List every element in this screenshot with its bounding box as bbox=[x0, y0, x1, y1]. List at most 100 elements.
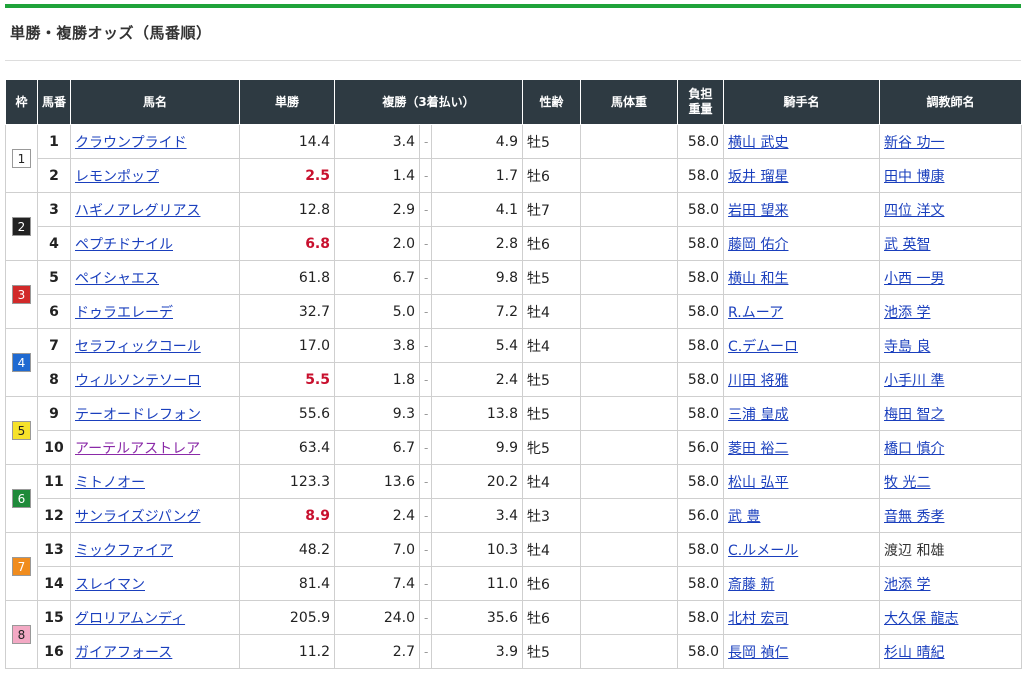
trainer-link[interactable]: 小西 一男 bbox=[884, 271, 944, 287]
jockey-cell: 斎藤 新 bbox=[723, 566, 881, 601]
trainer-link[interactable]: 音無 秀孝 bbox=[884, 509, 944, 525]
horse-name-link[interactable]: セラフィックコール bbox=[75, 339, 201, 355]
jockey-link[interactable]: 横山 武史 bbox=[728, 135, 788, 151]
trainer-cell: 武 英智 bbox=[879, 226, 1023, 261]
umaban-cell: 11 bbox=[37, 464, 71, 499]
trainer-link[interactable]: 牧 光二 bbox=[884, 475, 930, 491]
jockey-link[interactable]: 川田 将雅 bbox=[728, 373, 788, 389]
seirei-cell: 牡6 bbox=[522, 566, 582, 601]
trainer-link[interactable]: 新谷 功一 bbox=[884, 135, 944, 151]
header-fukusho: 複勝（3着払い） bbox=[333, 79, 524, 125]
jockey-link[interactable]: C.ルメール bbox=[728, 543, 798, 559]
horse-name-cell: ペプチドナイル bbox=[70, 226, 240, 261]
trainer-link[interactable]: 池添 学 bbox=[884, 577, 930, 593]
seirei-cell: 牡6 bbox=[522, 600, 582, 635]
fukusho-separator: - bbox=[419, 328, 432, 363]
trainer-link[interactable]: 田中 博康 bbox=[884, 169, 944, 185]
tansho-odds: 55.6 bbox=[239, 396, 335, 431]
umaban-cell: 13 bbox=[37, 532, 71, 567]
jockey-link[interactable]: 藤岡 佑介 bbox=[728, 237, 788, 253]
futan-cell: 58.0 bbox=[677, 226, 725, 261]
trainer-link[interactable]: 武 英智 bbox=[884, 237, 930, 253]
horse-name-cell: グロリアムンディ bbox=[70, 600, 240, 635]
trainer-link[interactable]: 橋口 慎介 bbox=[884, 441, 944, 457]
header-trainer: 調教師名 bbox=[879, 79, 1023, 125]
horse-name-cell: ミトノオー bbox=[70, 464, 240, 499]
fukusho-min-odds: 13.6 bbox=[334, 464, 420, 499]
fukusho-min-odds: 1.4 bbox=[334, 158, 420, 193]
seirei-cell: 牡5 bbox=[522, 634, 582, 669]
jockey-cell: 岩田 望来 bbox=[723, 192, 881, 227]
jockey-cell: C.ルメール bbox=[723, 532, 881, 567]
jockey-link[interactable]: 斎藤 新 bbox=[728, 577, 774, 593]
horse-name-link[interactable]: ペプチドナイル bbox=[75, 237, 173, 253]
horse-name-cell: ドゥラエレーデ bbox=[70, 294, 240, 329]
fukusho-max-odds: 4.1 bbox=[430, 192, 524, 227]
horse-name-link[interactable]: ミックファイア bbox=[75, 543, 173, 559]
tansho-odds: 17.0 bbox=[239, 328, 335, 363]
trainer-cell: 池添 学 bbox=[879, 294, 1023, 329]
fukusho-min-odds: 6.7 bbox=[334, 430, 420, 465]
futan-cell: 58.0 bbox=[677, 260, 725, 295]
seirei-cell: 牡6 bbox=[522, 158, 582, 193]
horse-name-link[interactable]: アーテルアストレア bbox=[75, 441, 200, 457]
horse-name-link[interactable]: ガイアフォース bbox=[75, 645, 172, 661]
jockey-link[interactable]: 松山 弘平 bbox=[728, 475, 788, 491]
horse-name-cell: ガイアフォース bbox=[70, 634, 240, 669]
trainer-link[interactable]: 大久保 龍志 bbox=[884, 611, 958, 627]
futan-cell: 58.0 bbox=[677, 464, 725, 499]
horse-name-link[interactable]: ミトノオー bbox=[75, 475, 145, 491]
horse-name-link[interactable]: レモンポップ bbox=[75, 169, 159, 185]
bataiju-cell bbox=[580, 498, 679, 533]
fukusho-separator: - bbox=[419, 192, 432, 227]
trainer-link[interactable]: 小手川 準 bbox=[884, 373, 944, 389]
horse-name-link[interactable]: ウィルソンテソーロ bbox=[75, 373, 201, 389]
jockey-link[interactable]: 長岡 禎仁 bbox=[728, 645, 788, 661]
horse-name-link[interactable]: グロリアムンディ bbox=[75, 611, 185, 627]
jockey-link[interactable]: 武 豊 bbox=[728, 509, 760, 525]
seirei-cell: 牡4 bbox=[522, 532, 582, 567]
trainer-link[interactable]: 寺島 良 bbox=[884, 339, 930, 355]
jockey-link[interactable]: 坂井 瑠星 bbox=[728, 169, 788, 185]
table-row: 16 ガイアフォース 11.2 2.7-3.9 牡5 58.0 長岡 禎仁 杉山 晴紀 bbox=[6, 634, 1023, 669]
horse-name-link[interactable]: ハギノアレグリアス bbox=[75, 203, 200, 219]
umaban-cell: 2 bbox=[37, 158, 71, 193]
futan-cell: 58.0 bbox=[677, 124, 725, 159]
trainer-link[interactable]: 杉山 晴紀 bbox=[884, 645, 944, 661]
trainer-link[interactable]: 四位 洋文 bbox=[884, 203, 944, 219]
horse-name-link[interactable]: サンライズジパング bbox=[75, 509, 200, 525]
bataiju-cell bbox=[580, 430, 679, 465]
jockey-link[interactable]: C.デムーロ bbox=[728, 339, 798, 355]
trainer-cell: 牧 光二 bbox=[879, 464, 1023, 499]
horse-name-link[interactable]: ペイシャエス bbox=[75, 271, 159, 287]
jockey-link[interactable]: 三浦 皇成 bbox=[728, 407, 788, 423]
trainer-cell: 渡辺 和雄 bbox=[879, 532, 1023, 567]
jockey-link[interactable]: 横山 和生 bbox=[728, 271, 788, 287]
horse-name-link[interactable]: テーオードレフォン bbox=[75, 407, 201, 423]
fukusho-min-odds: 1.8 bbox=[334, 362, 420, 397]
jockey-link[interactable]: 菱田 裕二 bbox=[728, 441, 788, 457]
jockey-link[interactable]: 北村 宏司 bbox=[728, 611, 788, 627]
jockey-cell: C.デムーロ bbox=[723, 328, 881, 363]
horse-name-link[interactable]: ドゥラエレーデ bbox=[75, 305, 173, 321]
fukusho-separator: - bbox=[419, 532, 432, 567]
seirei-cell: 牝5 bbox=[522, 430, 582, 465]
waku-cell: 7 bbox=[5, 532, 38, 601]
accent-bar bbox=[5, 4, 1021, 8]
seirei-cell: 牡5 bbox=[522, 124, 582, 159]
trainer-link[interactable]: 池添 学 bbox=[884, 305, 930, 321]
bataiju-cell bbox=[580, 158, 679, 193]
jockey-link[interactable]: R.ムーア bbox=[728, 305, 783, 321]
waku-badge: 6 bbox=[12, 489, 31, 508]
trainer-link[interactable]: 梅田 智之 bbox=[884, 407, 944, 423]
table-row: 10 アーテルアストレア 63.4 6.7-9.9 牝5 56.0 菱田 裕二 橋口 慎介 bbox=[6, 430, 1023, 465]
horse-name-link[interactable]: クラウンプライド bbox=[75, 135, 187, 151]
jockey-cell: 三浦 皇成 bbox=[723, 396, 881, 431]
horse-name-link[interactable]: スレイマン bbox=[75, 577, 145, 593]
fukusho-max-odds: 1.7 bbox=[430, 158, 524, 193]
jockey-link[interactable]: 岩田 望来 bbox=[728, 203, 788, 219]
tansho-odds: 11.2 bbox=[239, 634, 335, 669]
seirei-cell: 牡5 bbox=[522, 362, 582, 397]
waku-cell: 1 bbox=[5, 124, 38, 193]
fukusho-separator: - bbox=[419, 396, 432, 431]
